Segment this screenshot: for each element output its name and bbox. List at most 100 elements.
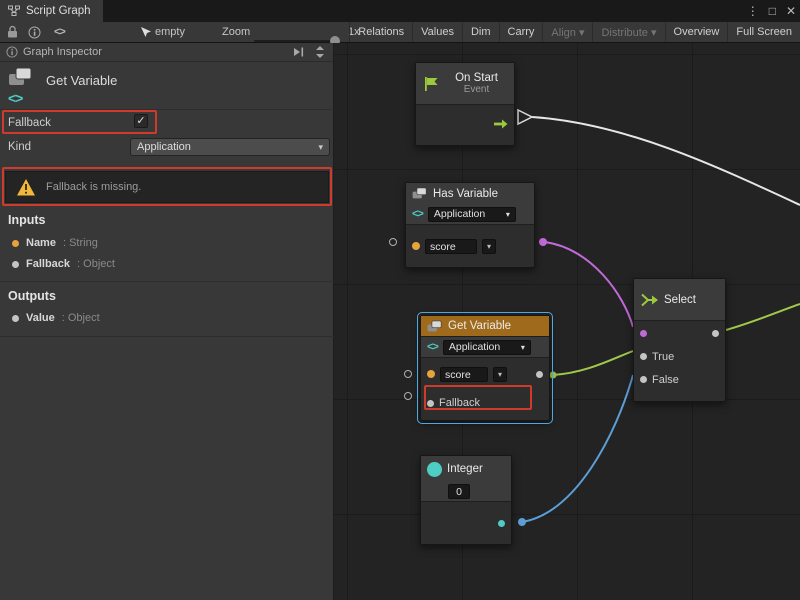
port-value-output[interactable] <box>536 371 543 378</box>
node-title: Has Variable <box>433 188 498 200</box>
port-condition-input[interactable] <box>640 330 647 337</box>
port-get-variable-name-outer[interactable] <box>404 370 412 378</box>
inspector-header: Graph Inspector <box>0 43 333 62</box>
variable-kind-value: Application <box>434 208 485 220</box>
graph-toolbar: <> empty Zoom 1x Relations Values Dim Ca… <box>0 22 800 43</box>
port-dot-object <box>12 315 19 322</box>
lock-button[interactable] <box>6 22 19 42</box>
node-title: Integer <box>447 463 483 475</box>
node-get-variable[interactable]: Get Variable <> Application ▾ score ▾ Fa… <box>420 315 550 421</box>
inputs-header: Inputs <box>8 213 46 227</box>
variable-name-field[interactable]: score <box>440 367 488 382</box>
port-false-input[interactable] <box>640 376 647 383</box>
input-name: Fallback <box>26 258 70 270</box>
distribute-button[interactable]: Distribute ▾ <box>592 22 664 42</box>
variable-kind-value: Application <box>449 341 500 353</box>
cursor-icon <box>140 26 151 38</box>
align-button[interactable]: Align ▾ <box>542 22 592 42</box>
output-row-value: Value : Object <box>12 312 100 324</box>
node-integer[interactable]: Integer 0 <box>420 455 512 545</box>
variables-icon <box>8 67 34 87</box>
input-type: : String <box>63 237 98 249</box>
wire-get-variable-to-select-true[interactable] <box>553 351 633 375</box>
overview-button[interactable]: Overview <box>665 22 728 42</box>
node-has-variable[interactable]: Has Variable <> Application ▾ score ▾ <box>405 182 535 268</box>
port-integer-value-output[interactable] <box>498 520 505 527</box>
port-dot-object <box>12 261 19 268</box>
node-title: On Start <box>445 72 508 84</box>
window-close-icon[interactable]: ✕ <box>786 4 796 18</box>
wire-select-output[interactable] <box>726 304 800 330</box>
chevron-down-icon: ▾ <box>318 142 323 153</box>
carry-button[interactable]: Carry <box>499 22 543 42</box>
node-on-start[interactable]: On Start Event <box>415 62 515 146</box>
scroll-arrows-icon[interactable] <box>315 45 325 62</box>
node-title: Select <box>664 294 696 306</box>
input-type: : Object <box>77 258 115 270</box>
relations-button[interactable]: Relations <box>349 22 412 42</box>
select-icon <box>640 291 659 309</box>
flow-arrow-icon[interactable] <box>494 118 508 130</box>
kind-field-label: Kind <box>8 141 31 153</box>
info-button[interactable] <box>28 22 41 42</box>
selection-label: empty <box>155 26 185 38</box>
wire-has-variable-to-select-condition[interactable] <box>545 242 633 327</box>
port-name-input[interactable] <box>427 370 435 378</box>
tab-title: Script Graph <box>26 5 91 17</box>
info-icon <box>28 26 41 39</box>
window-menu-icon[interactable]: ⋮ <box>747 4 759 18</box>
flag-icon <box>422 75 440 93</box>
chevron-down-icon: ▾ <box>487 242 491 251</box>
node-subtitle: Event <box>445 84 508 95</box>
inspector-title: Graph Inspector <box>23 46 102 58</box>
graph-inspector-panel: Graph Inspector <> Get Variable Fallback… <box>0 43 334 600</box>
variables-icon <box>412 187 428 200</box>
port-has-variable-name-outer[interactable] <box>389 238 397 246</box>
port-true-input[interactable] <box>640 353 647 360</box>
variable-kind-dropdown[interactable]: Application ▾ <box>428 207 516 222</box>
check-icon: ✓ <box>136 115 145 127</box>
output-type: : Object <box>62 312 100 324</box>
port-fallback-input[interactable] <box>427 400 434 407</box>
port-get-variable-fallback-outer[interactable] <box>404 392 412 400</box>
dock-right-icon[interactable] <box>292 46 305 61</box>
fullscreen-button[interactable]: Full Screen <box>727 22 800 42</box>
integer-type-icon <box>427 462 442 477</box>
lock-icon <box>6 25 19 39</box>
dim-button[interactable]: Dim <box>462 22 499 42</box>
port-has-variable-output[interactable] <box>539 238 547 246</box>
tab-script-graph[interactable]: Script Graph <box>0 0 103 22</box>
info-icon <box>6 46 18 58</box>
zoom-slider[interactable] <box>254 40 338 42</box>
code-icon: <> <box>427 341 438 353</box>
port-dot-string <box>12 240 19 247</box>
false-port-label: False <box>652 374 679 386</box>
kind-dropdown[interactable]: Application ▾ <box>130 138 330 156</box>
integer-value-field[interactable]: 0 <box>448 484 470 499</box>
input-row-fallback: Fallback : Object <box>12 258 115 270</box>
graph-canvas[interactable]: On Start Event Has Variable <> <box>334 43 800 600</box>
node-select[interactable]: Select True False <box>633 278 726 402</box>
variable-name-field[interactable]: score <box>425 239 477 254</box>
wire-on-start-flow[interactable] <box>532 117 800 205</box>
variable-name-dropdown-button[interactable]: ▾ <box>493 367 507 382</box>
warning-box: Fallback is missing. <box>5 171 329 203</box>
code-view-button[interactable]: <> <box>54 22 65 42</box>
window-maximize-icon[interactable]: □ <box>769 4 776 18</box>
script-graph-icon <box>8 5 20 17</box>
port-on-start-flow-triangle[interactable] <box>518 110 532 124</box>
variable-kind-dropdown[interactable]: Application ▾ <box>443 340 531 355</box>
fallback-checkbox[interactable]: ✓ <box>134 114 148 128</box>
chevron-down-icon: ▾ <box>521 343 525 352</box>
outputs-header: Outputs <box>8 289 56 303</box>
port-integer-output[interactable] <box>518 518 526 526</box>
values-button[interactable]: Values <box>412 22 462 42</box>
port-get-variable-output[interactable] <box>550 372 557 379</box>
port-selection-output[interactable] <box>712 330 719 337</box>
warning-icon <box>16 178 36 197</box>
window-tab-bar: Script Graph ⋮ □ ✕ <box>0 0 800 22</box>
port-name-input[interactable] <box>412 242 420 250</box>
variable-name-dropdown-button[interactable]: ▾ <box>482 239 496 254</box>
variables-icon <box>427 320 443 333</box>
inspected-node-title: Get Variable <box>46 73 117 88</box>
